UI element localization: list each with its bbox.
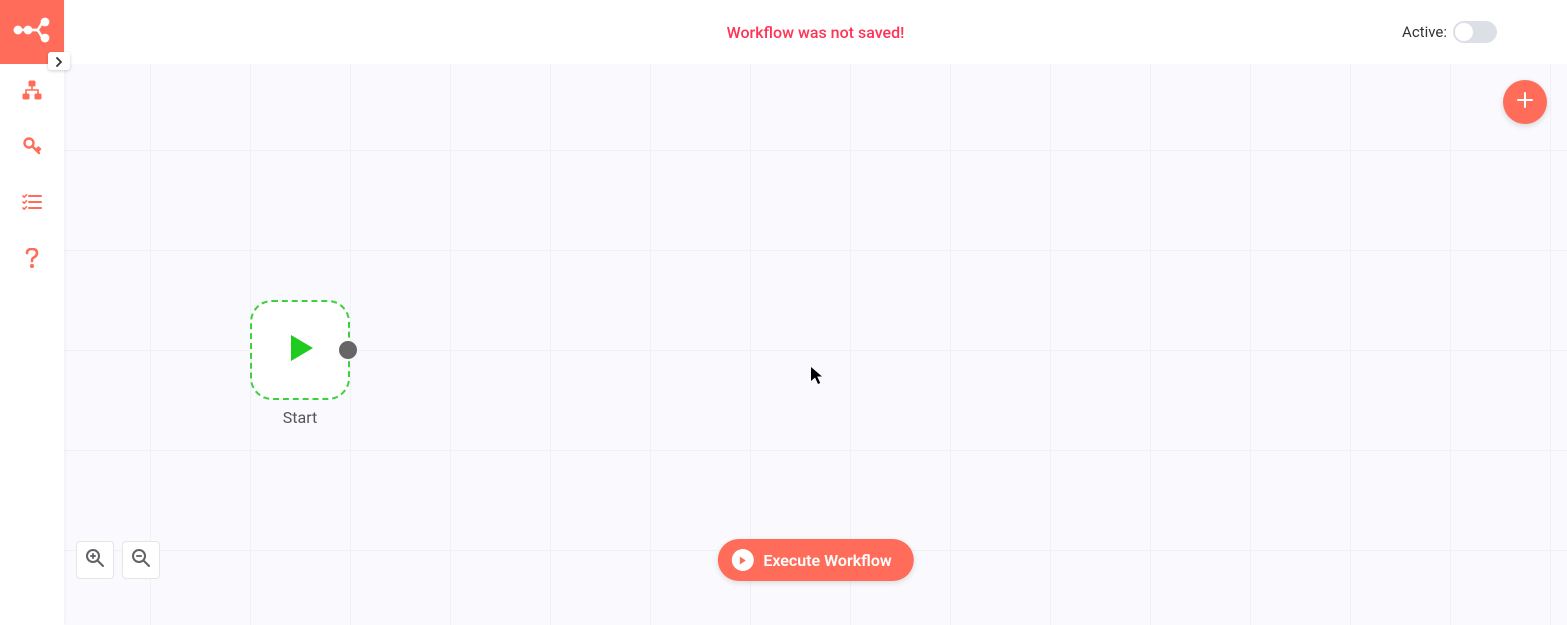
logo-block[interactable] [0, 0, 64, 64]
list-icon [22, 193, 42, 215]
add-node-button[interactable] [1503, 80, 1547, 124]
zoom-controls [76, 541, 160, 579]
chevron-right-icon [55, 52, 63, 71]
workflows-icon [22, 80, 42, 104]
question-icon [25, 248, 39, 272]
sidebar-item-executions[interactable] [0, 176, 64, 232]
execute-workflow-label: Execute Workflow [763, 551, 891, 570]
play-icon [279, 327, 321, 373]
node-output-port[interactable] [339, 341, 357, 359]
sidebar [0, 0, 64, 625]
sidebar-item-credentials[interactable] [0, 120, 64, 176]
execute-workflow-button[interactable]: Execute Workflow [717, 539, 913, 581]
zoom-out-button[interactable] [122, 541, 160, 579]
active-toggle[interactable] [1453, 21, 1497, 43]
active-label: Active: [1402, 23, 1447, 41]
start-node[interactable] [250, 300, 350, 400]
mouse-cursor-icon [810, 366, 824, 390]
active-toggle-wrap: Active: [1402, 0, 1497, 64]
key-icon [22, 136, 42, 160]
workflow-canvas[interactable]: Start [64, 64, 1567, 625]
zoom-in-button[interactable] [76, 541, 114, 579]
logo-icon [12, 16, 52, 48]
sidebar-item-workflows[interactable] [0, 64, 64, 120]
start-node-label: Start [250, 408, 350, 427]
header: Workflow was not saved! Active: [64, 0, 1567, 64]
sidebar-item-help[interactable] [0, 232, 64, 288]
plus-icon [1515, 90, 1535, 114]
unsaved-message: Workflow was not saved! [727, 23, 905, 42]
zoom-in-icon [85, 548, 105, 572]
sidebar-expand-button[interactable] [48, 52, 70, 70]
play-circle-icon [731, 549, 753, 571]
zoom-out-icon [131, 548, 151, 572]
